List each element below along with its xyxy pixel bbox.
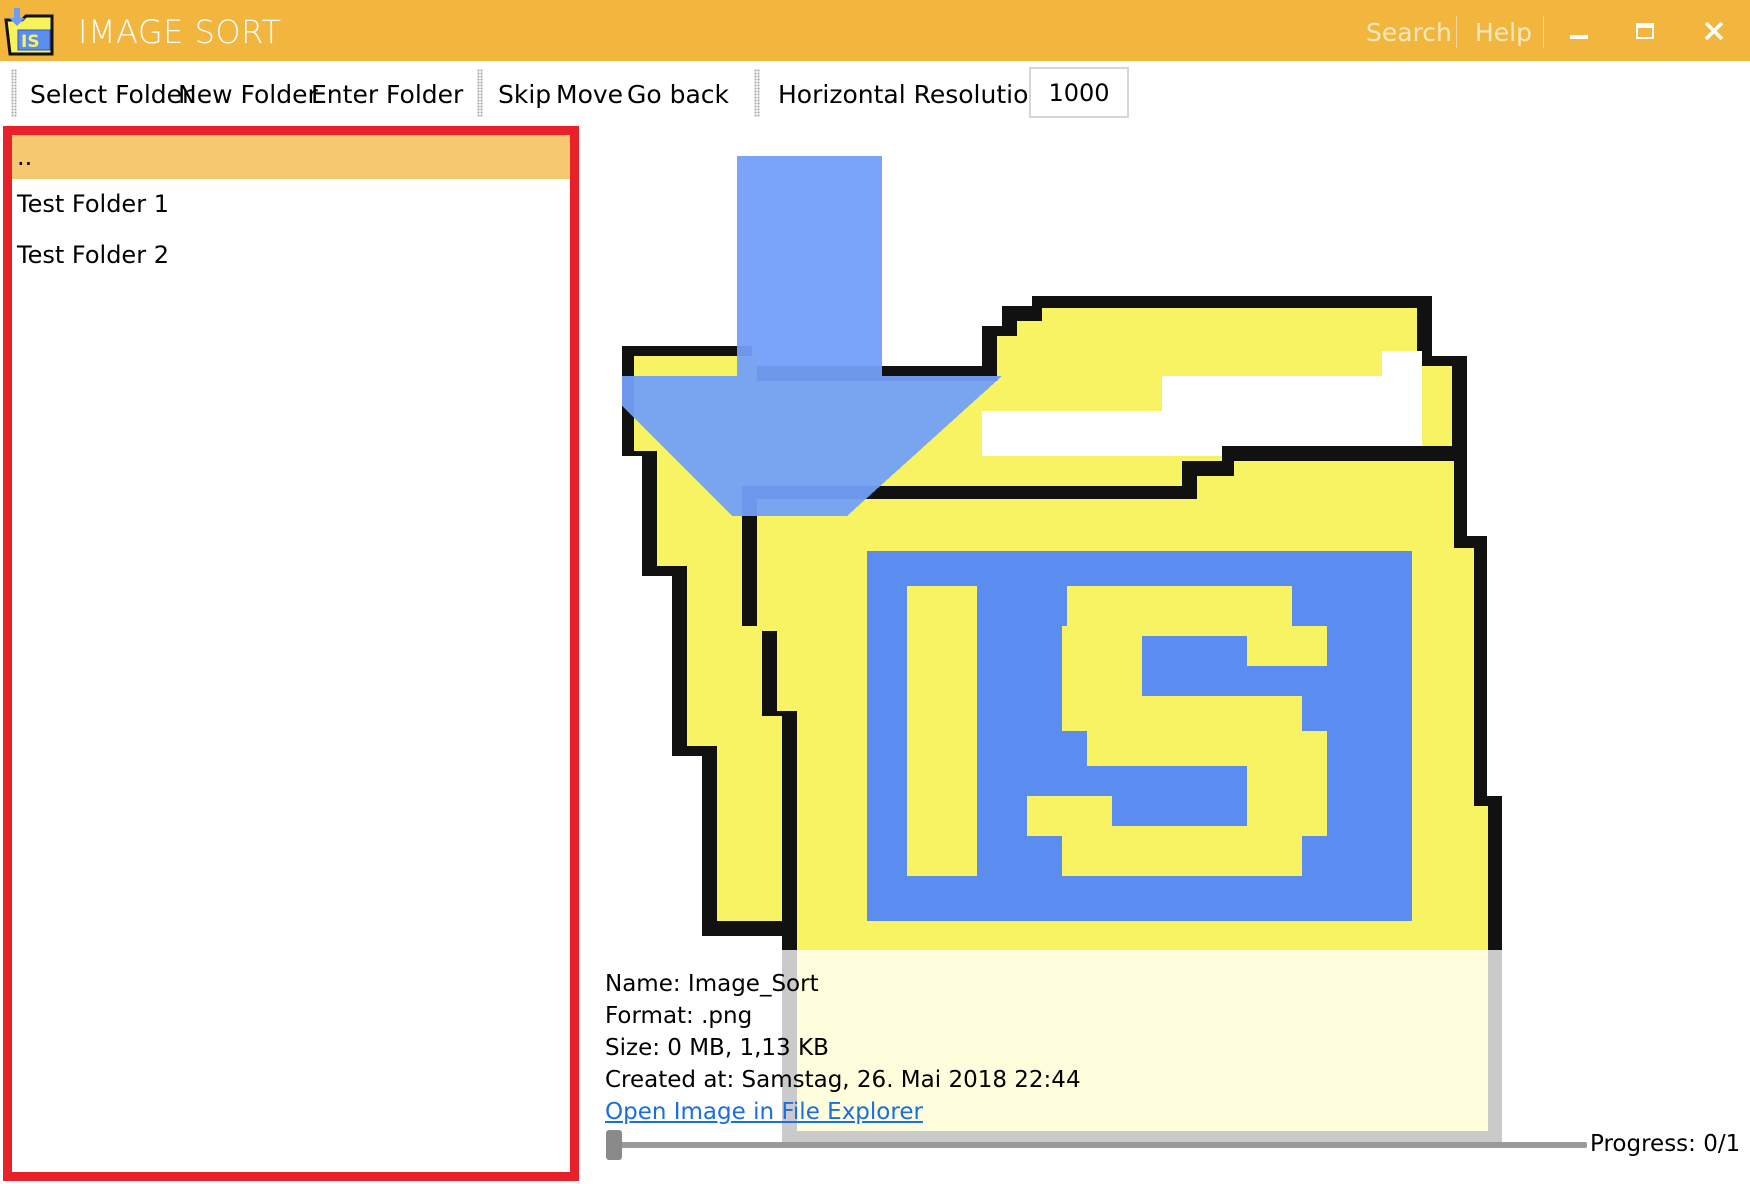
progress-label: Progress: 0/1: [1590, 1131, 1741, 1157]
open-in-explorer-link[interactable]: Open Image in File Explorer: [605, 1096, 1081, 1128]
minimize-icon: [1570, 35, 1588, 39]
image-info: Name: Image_Sort Format: .png Size: 0 MB…: [605, 968, 1081, 1128]
close-icon: [1704, 21, 1724, 41]
maximize-button[interactable]: [1622, 10, 1668, 52]
toolbar-grip[interactable]: [11, 69, 17, 117]
resolution-input[interactable]: [1029, 67, 1129, 118]
search-link[interactable]: Search: [1366, 18, 1452, 47]
list-item[interactable]: Test Folder 2: [12, 230, 570, 281]
maximize-icon: [1636, 23, 1654, 39]
folder-list[interactable]: .. Test Folder 1 Test Folder 2: [3, 126, 579, 1181]
minimize-button[interactable]: [1556, 10, 1602, 52]
move-button[interactable]: Move: [556, 80, 623, 109]
list-item[interactable]: ..: [12, 135, 570, 179]
svg-text:IS: IS: [21, 32, 40, 52]
enter-folder-button[interactable]: Enter Folder: [311, 80, 463, 109]
title-separator: [1543, 16, 1544, 48]
toolbar-grip[interactable]: [477, 69, 483, 117]
app-title: IMAGE SORT: [78, 13, 282, 51]
image-preview-area: Name: Image_Sort Format: .png Size: 0 MB…: [582, 126, 1750, 1184]
toolbar: Select Folder New Folder Enter Folder Sk…: [0, 61, 1750, 125]
resolution-label: Horizontal Resolution:: [778, 80, 1053, 109]
help-link[interactable]: Help: [1475, 18, 1532, 47]
progress-slider-thumb[interactable]: [606, 1130, 622, 1160]
image-name: Name: Image_Sort: [605, 971, 819, 997]
image-size: Size: 0 MB, 1,13 KB: [605, 1035, 829, 1061]
list-item[interactable]: Test Folder 1: [12, 179, 570, 230]
title-separator: [1456, 16, 1457, 48]
close-button[interactable]: [1691, 10, 1737, 52]
image-created: Created at: Samstag, 26. Mai 2018 22:44: [605, 1067, 1081, 1093]
app-logo-icon: IS: [4, 8, 54, 56]
image-format: Format: .png: [605, 1003, 753, 1029]
progress-slider-track[interactable]: [612, 1142, 1587, 1148]
toolbar-grip[interactable]: [754, 69, 760, 117]
skip-button[interactable]: Skip: [498, 80, 551, 109]
go-back-button[interactable]: Go back: [627, 80, 729, 109]
new-folder-button[interactable]: New Folder: [178, 80, 318, 109]
title-bar: IS IMAGE SORT Search Help: [0, 0, 1750, 61]
select-folder-button[interactable]: Select Folder: [30, 80, 192, 109]
